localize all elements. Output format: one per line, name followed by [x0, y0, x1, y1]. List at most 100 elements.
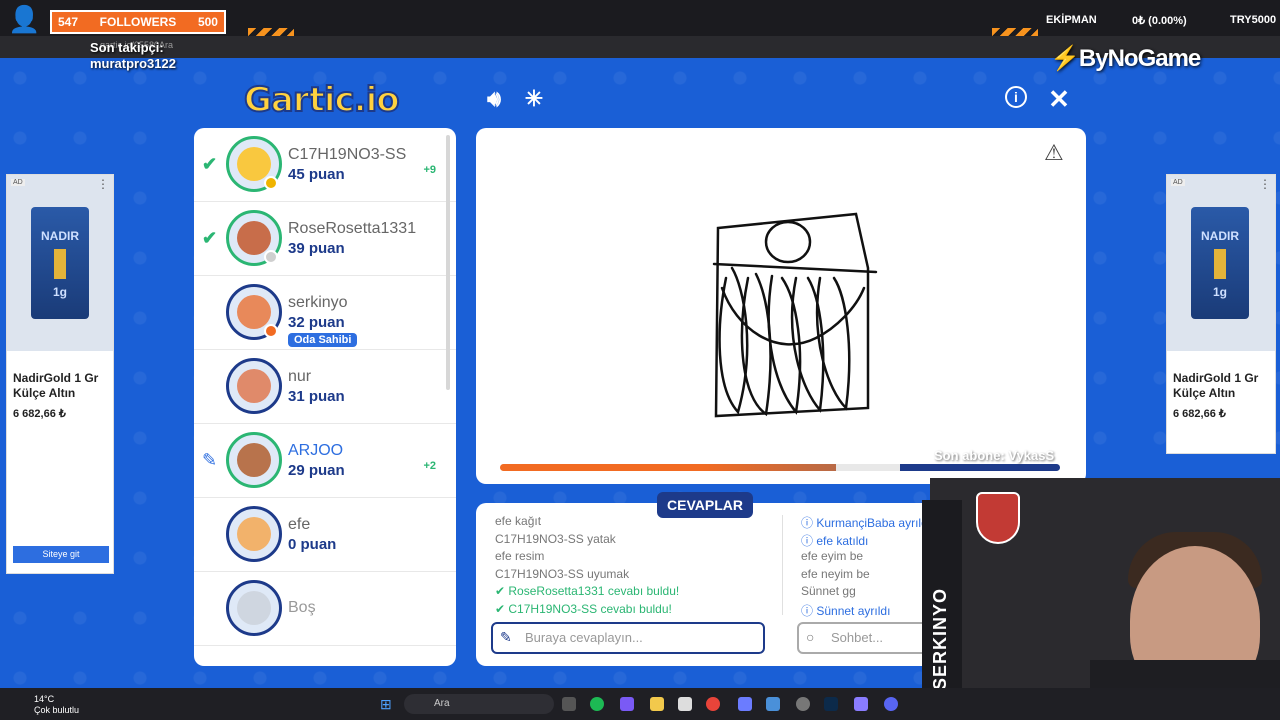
app-icon[interactable]	[738, 697, 752, 711]
ad-left[interactable]: NADIR 1g AD ⋮ NadirGold 1 Gr Külçe Altın …	[6, 174, 114, 574]
player-row[interactable]: ✔ RoseRosetta1331 39 puan	[194, 202, 456, 276]
message-text: cevabı buldu!	[600, 601, 672, 616]
avatar	[226, 432, 282, 488]
ad-price: 6 682,66 ₺	[1173, 408, 1226, 420]
room-owner-badge: Oda Sahibi	[288, 333, 358, 347]
ad-weight: 1g	[1212, 285, 1227, 299]
ad-weight: 1g	[52, 285, 67, 299]
ad-product: NADIR	[1201, 229, 1239, 243]
chair-emblem	[976, 492, 1020, 544]
more-icon[interactable]: ⋮	[97, 177, 109, 191]
drawing-canvas[interactable]	[476, 128, 1086, 484]
panel-divider	[782, 515, 783, 615]
player-row[interactable]: Boş	[194, 572, 456, 646]
info-icon: ⓘ	[801, 533, 817, 548]
player-name: ARJOO	[288, 442, 344, 459]
brand-name: ByNoGame	[1078, 45, 1201, 72]
app-icon[interactable]	[620, 697, 634, 711]
gold-bar-image: NADIR 1g	[31, 207, 89, 319]
check-icon: ✔	[202, 228, 218, 248]
bolt-icon: ⚡	[1050, 45, 1080, 72]
sound-icon[interactable]: 🔊︎	[480, 86, 508, 114]
spotify-icon[interactable]	[590, 697, 604, 711]
app-icon[interactable]	[854, 697, 868, 711]
player-row[interactable]: nur 31 puan	[194, 350, 456, 424]
followers-current: 547	[58, 15, 79, 29]
report-icon[interactable]: ⚠	[1044, 140, 1064, 166]
message-text: neyim be	[821, 566, 870, 581]
close-icon[interactable]: ✕	[1045, 86, 1073, 114]
message-user: efe	[801, 549, 818, 563]
status-dot	[264, 176, 278, 190]
taskbar-search[interactable]: Ara	[404, 694, 554, 714]
message-text: kağıt	[515, 514, 542, 528]
player-list-scrollbar[interactable]	[446, 135, 450, 390]
round-bonus: +2	[423, 460, 436, 472]
obs-icon[interactable]	[796, 697, 810, 711]
player-points: 31 puan	[288, 388, 345, 405]
player-row[interactable]: efe 0 puan	[194, 498, 456, 572]
more-icon[interactable]: ⋮	[1259, 177, 1271, 191]
weather-temp: 14°C	[34, 694, 55, 704]
store-icon[interactable]	[678, 697, 692, 711]
last-follower-label: Son takipçi:	[90, 40, 164, 55]
ad-product: NADIR	[41, 229, 79, 243]
message-user: efe	[801, 566, 818, 581]
message-text: resim	[515, 549, 545, 563]
info-icon: ⓘ	[801, 603, 817, 618]
player-row[interactable]: ✎ ARJOO 29 puan +2	[194, 424, 456, 498]
taskbar: 14°C Çok bulutlu ⊞	[0, 688, 1280, 720]
message-user: efe	[495, 549, 512, 563]
player-row[interactable]: ✔ C17H19NO3-SS 45 puan +9	[194, 128, 456, 202]
message-text: uyumak	[587, 566, 630, 581]
check-icon: ✔	[202, 154, 218, 174]
player-points: 29 puan	[288, 462, 345, 479]
chat-message: Sünnet gg	[801, 584, 856, 598]
ad-title: NadirGold 1 Gr Külçe Altın	[13, 371, 99, 400]
gartic-logo: Gartic.io	[243, 79, 401, 121]
ad-title: NadirGold 1 Gr Külçe Altın	[1173, 371, 1259, 400]
answers-tab[interactable]: CEVAPLAR	[657, 492, 753, 518]
folder-icon[interactable]	[650, 697, 664, 711]
steam-icon[interactable]	[766, 697, 780, 711]
message-user: efe	[816, 533, 834, 548]
info-icon: ⓘ	[801, 516, 817, 530]
message-text: cevabı buldu!	[607, 584, 680, 598]
round-bonus: +9	[423, 164, 436, 176]
player-row[interactable]: serkinyo 32 puan Oda Sahibi	[194, 276, 456, 350]
player-name: nur	[288, 368, 312, 385]
chat-input[interactable]: Sohbet...	[797, 622, 937, 654]
player-points: 39 puan	[288, 240, 345, 257]
message-user: RoseRosetta1331	[508, 584, 605, 598]
ad-image: NADIR 1g	[7, 175, 113, 351]
avatar-face	[237, 443, 271, 477]
ad-button[interactable]: Siteye git	[13, 546, 109, 563]
chat-message: efe neyim be	[801, 567, 870, 581]
photoshop-icon[interactable]	[824, 697, 838, 711]
drawing-pencil-icon: ✎	[202, 450, 218, 470]
avatar	[226, 580, 282, 636]
info-icon[interactable]: i	[1005, 86, 1027, 108]
discord-icon[interactable]	[884, 697, 898, 711]
chat-message: ⓘ Sünnet ayrıldı	[801, 602, 890, 619]
followers-goal: 547 FOLLOWERS 500	[50, 10, 226, 34]
share-icon[interactable]: ✳	[520, 86, 548, 114]
stripe-decoration	[248, 28, 294, 36]
ad-right[interactable]: NADIR 1g AD ⋮ NadirGold 1 Gr Külçe Altın …	[1166, 174, 1276, 454]
message-user: C17H19NO3-SS	[495, 566, 584, 581]
last-follower: Son takipçi: muratpro3122	[90, 40, 176, 72]
answer-input[interactable]: Buraya cevaplayın...	[491, 622, 765, 654]
player-name: C17H19NO3-SS	[288, 146, 407, 163]
answer-message: C17H19NO3-SS yatak	[495, 532, 616, 546]
ad-tag: AD	[1171, 179, 1185, 186]
followers-label: FOLLOWERS	[99, 15, 177, 29]
last-follower-name: muratpro3122	[90, 56, 176, 71]
taskview-icon[interactable]	[562, 697, 576, 711]
windows-start-icon[interactable]: ⊞	[380, 696, 392, 713]
gold-bar-image: NADIR 1g	[1191, 207, 1249, 319]
avatar-face	[237, 147, 271, 181]
message-user: Sünnet	[801, 584, 840, 598]
avatar-face	[237, 517, 271, 551]
chrome-icon[interactable]	[706, 697, 720, 711]
chat-icon: ○	[806, 629, 815, 645]
